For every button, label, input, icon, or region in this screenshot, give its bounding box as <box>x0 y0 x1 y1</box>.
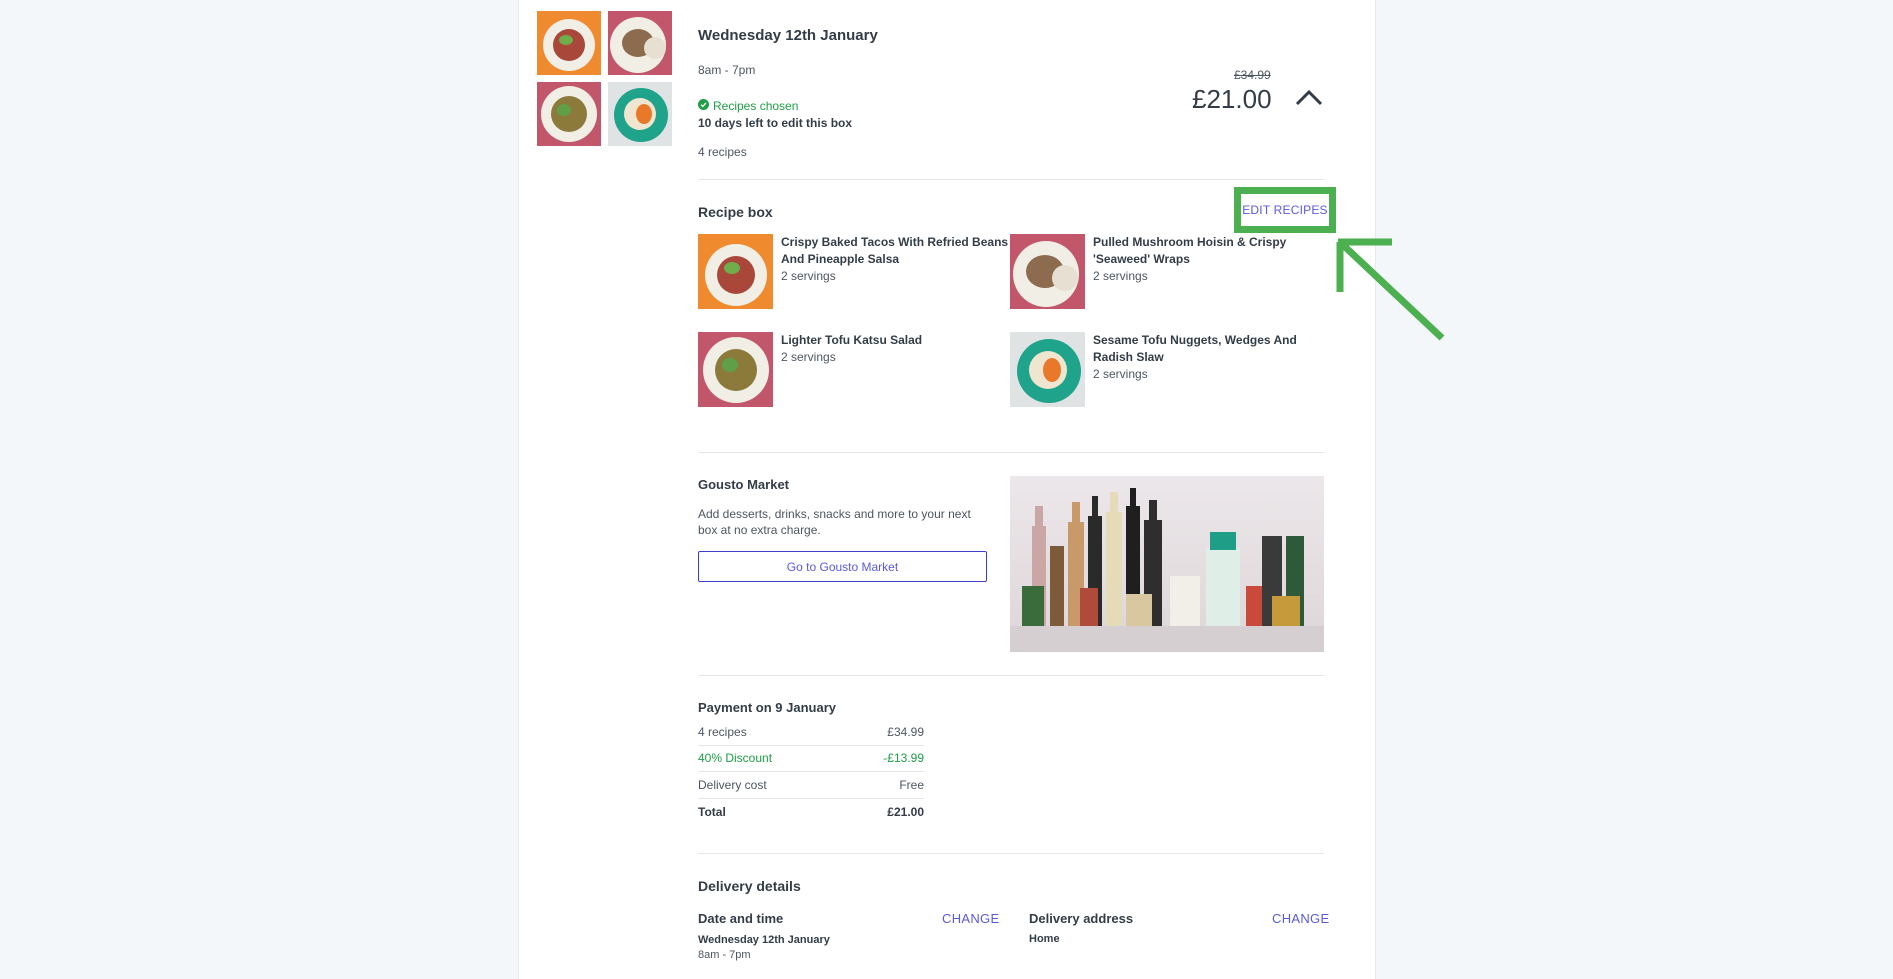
address-value: Home <box>1029 933 1060 945</box>
delivery-time: 8am - 7pm <box>698 63 756 77</box>
market-description: Add desserts, drinks, snacks and more to… <box>698 507 971 537</box>
divider <box>698 853 1324 854</box>
edit-recipes-button[interactable]: EDIT RECIPES <box>1234 187 1336 233</box>
arrow-annotation-icon <box>1336 236 1446 347</box>
thumb-recipe-4 <box>608 82 672 146</box>
payment-row-delivery: Delivery cost Free <box>698 778 924 792</box>
recipe-servings: 2 servings <box>781 350 836 364</box>
chevron-up-icon[interactable] <box>1295 88 1323 111</box>
go-to-market-button[interactable]: Go to Gousto Market <box>698 551 987 582</box>
recipe-image-3[interactable] <box>698 332 773 407</box>
recipe-servings: 2 servings <box>1093 367 1148 381</box>
order-price: £21.00 <box>1192 84 1272 114</box>
divider <box>698 452 1324 453</box>
recipe-box-title: Recipe box <box>698 204 773 220</box>
market-products-image <box>1010 476 1324 652</box>
divider <box>698 675 1324 676</box>
recipe-image-4[interactable] <box>1010 332 1085 407</box>
recipe-item-2[interactable]: Pulled Mushroom Hoisin & Crispy 'Seaweed… <box>1093 234 1286 285</box>
payment-row-total: Total £21.00 <box>698 805 924 819</box>
edit-recipes-label: EDIT RECIPES <box>1242 203 1328 217</box>
change-address-link[interactable]: CHANGE <box>1272 911 1329 926</box>
date-time-label: Date and time <box>698 911 784 926</box>
market-title: Gousto Market <box>698 477 790 492</box>
recipe-servings: 2 servings <box>1093 269 1148 283</box>
delivery-date-title: Wednesday 12th January <box>698 27 878 44</box>
divider <box>698 179 1324 180</box>
recipe-name: Pulled Mushroom Hoisin & Crispy 'Seaweed… <box>1093 235 1287 266</box>
thumb-recipe-3 <box>537 82 601 146</box>
recipe-count: 4 recipes <box>698 145 747 159</box>
status-label: Recipes chosen <box>713 99 799 113</box>
payment-row-discount: 40% Discount -£13.99 <box>698 751 924 765</box>
check-circle-icon <box>698 99 709 113</box>
recipe-item-4[interactable]: Sesame Tofu Nuggets, Wedges And Radish S… <box>1093 332 1297 383</box>
delivery-details-title: Delivery details <box>698 878 801 894</box>
thumb-recipe-1 <box>537 11 601 75</box>
recipe-item-3[interactable]: Lighter Tofu Katsu Salad 2 servings <box>781 332 922 366</box>
recipe-servings: 2 servings <box>781 269 836 283</box>
payment-title: Payment on 9 January <box>698 700 836 715</box>
payment-row-recipes: 4 recipes £34.99 <box>698 725 924 739</box>
recipe-name: Sesame Tofu Nuggets, Wedges And Radish S… <box>1093 333 1297 364</box>
recipe-name: Lighter Tofu Katsu Salad <box>781 333 923 347</box>
recipe-name: Crispy Baked Tacos With Refried Beans An… <box>781 235 1009 266</box>
edit-deadline: 10 days left to edit this box <box>698 116 853 130</box>
thumb-recipe-2 <box>608 11 672 75</box>
status-recipes-chosen: Recipes chosen <box>698 99 798 113</box>
recipe-item-1[interactable]: Crispy Baked Tacos With Refried Beans An… <box>781 234 1008 285</box>
go-to-market-label: Go to Gousto Market <box>786 559 899 574</box>
change-date-link[interactable]: CHANGE <box>942 911 999 926</box>
delivery-address-label: Delivery address <box>1029 911 1134 926</box>
recipe-image-2[interactable] <box>1010 234 1085 309</box>
date-value: Wednesday 12th January 8am - 7pm <box>698 934 830 961</box>
original-price: £34.99 <box>1234 68 1271 82</box>
recipe-image-1[interactable] <box>698 234 773 309</box>
